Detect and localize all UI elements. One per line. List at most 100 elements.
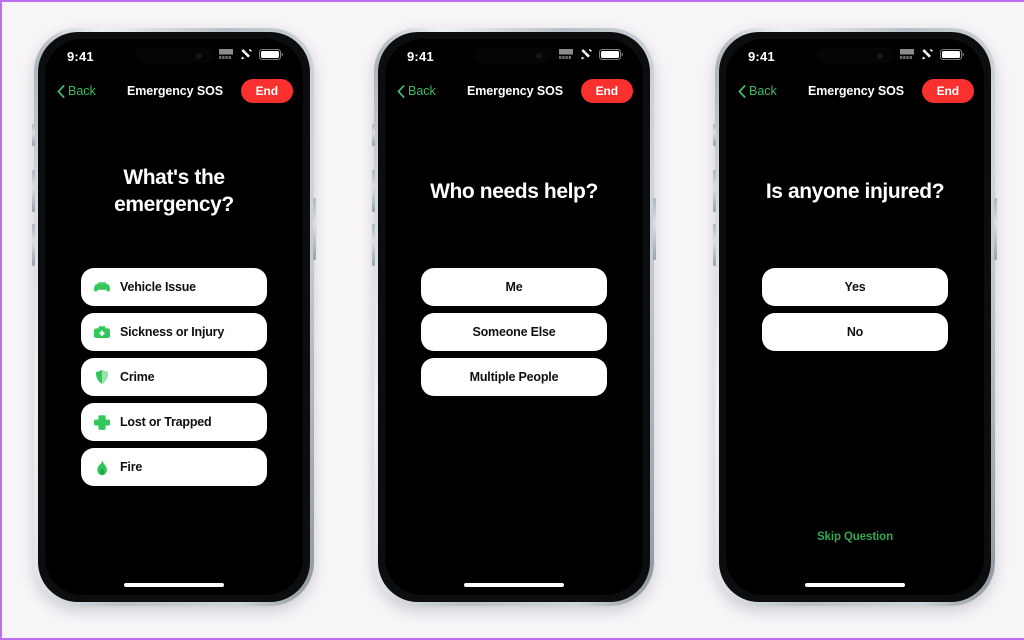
phone-bezel: 9:41 xyxy=(719,32,991,602)
navigation-bar: Back Emergency SOS End xyxy=(45,73,303,109)
status-bar-indicators xyxy=(219,47,283,65)
silent-switch[interactable] xyxy=(372,124,375,146)
page-title: Emergency SOS xyxy=(127,84,223,98)
option-label: Me xyxy=(505,280,523,294)
option-crime[interactable]: Crime xyxy=(81,358,267,396)
volume-up-button[interactable] xyxy=(713,170,716,212)
option-list-1: Vehicle Issue Sickness or Injury Crime L… xyxy=(81,268,267,486)
phone-frame: 9:41 xyxy=(32,28,316,606)
battery-icon xyxy=(259,47,283,65)
phone-screen: 9:41 xyxy=(726,39,984,595)
option-fire[interactable]: Fire xyxy=(81,448,267,486)
option-lost-or-trapped[interactable]: Lost or Trapped xyxy=(81,403,267,441)
option-sickness-or-injury[interactable]: Sickness or Injury xyxy=(81,313,267,351)
satellite-icon xyxy=(921,47,934,65)
status-bar-indicators xyxy=(900,47,964,65)
phone-bezel: 9:41 xyxy=(38,32,310,602)
page-title: Emergency SOS xyxy=(467,84,563,98)
screenshot-canvas: 9:41 Back Emergency SOS End What's the e… xyxy=(0,0,1024,640)
satellite-icon xyxy=(580,47,593,65)
option-list-3: Yes No xyxy=(762,268,948,351)
volume-down-button[interactable] xyxy=(713,224,716,266)
shield-icon xyxy=(93,368,111,386)
option-label: Sickness or Injury xyxy=(120,325,225,339)
status-bar-indicators xyxy=(559,47,623,65)
option-list-2: Me Someone Else Multiple People xyxy=(421,268,607,396)
phone-screen: 9:41 xyxy=(385,39,643,595)
nav-end-slot: End xyxy=(573,79,633,103)
cellular-sos-icon xyxy=(559,47,574,65)
battery-icon xyxy=(940,47,964,65)
option-label: Vehicle Issue xyxy=(120,280,196,294)
phone-frame: 9:41 xyxy=(713,28,997,606)
status-bar: 9:41 xyxy=(385,39,643,73)
option-no[interactable]: No xyxy=(762,313,948,351)
option-vehicle-issue[interactable]: Vehicle Issue xyxy=(81,268,267,306)
back-button[interactable]: Back xyxy=(738,84,798,98)
question-line-2: emergency? xyxy=(114,192,234,216)
cross-icon xyxy=(93,413,111,431)
phone-screen: 9:41 xyxy=(45,39,303,595)
nav-end-slot: End xyxy=(914,79,974,103)
navigation-bar: Back Emergency SOS End xyxy=(385,73,643,109)
cellular-sos-icon xyxy=(219,47,234,65)
question-heading-2: Who needs help? xyxy=(430,180,598,203)
volume-up-button[interactable] xyxy=(32,170,35,212)
status-bar-time: 9:41 xyxy=(407,48,434,64)
chevron-left-icon xyxy=(738,84,746,98)
end-call-button[interactable]: End xyxy=(240,79,293,103)
back-button[interactable]: Back xyxy=(57,84,117,98)
question-line-1: What's the xyxy=(123,166,225,189)
phone-mockup-1: 9:41 Back Emergency SOS End What's the e… xyxy=(32,28,316,606)
power-button[interactable] xyxy=(653,198,656,260)
option-me[interactable]: Me xyxy=(421,268,607,306)
end-call-button[interactable]: End xyxy=(580,79,633,103)
volume-up-button[interactable] xyxy=(372,170,375,212)
power-button[interactable] xyxy=(313,198,316,260)
page-title: Emergency SOS xyxy=(808,84,904,98)
chevron-left-icon xyxy=(397,84,405,98)
navigation-bar: Back Emergency SOS End xyxy=(726,73,984,109)
back-button-label: Back xyxy=(408,84,436,98)
option-label: Fire xyxy=(120,460,143,474)
power-button[interactable] xyxy=(994,198,997,260)
option-multiple-people[interactable]: Multiple People xyxy=(421,358,607,396)
status-bar-time: 9:41 xyxy=(67,48,94,64)
option-someone-else[interactable]: Someone Else xyxy=(421,313,607,351)
home-indicator[interactable] xyxy=(805,583,905,587)
question-heading-3: Is anyone injured? xyxy=(765,180,945,203)
flame-icon xyxy=(93,458,111,476)
back-button-label: Back xyxy=(68,84,96,98)
back-button-label: Back xyxy=(749,84,777,98)
option-label: No xyxy=(846,325,864,339)
status-bar-time: 9:41 xyxy=(748,48,775,64)
back-button[interactable]: Back xyxy=(397,84,457,98)
question-heading-1: What's the emergency? xyxy=(45,165,303,219)
nav-end-slot: End xyxy=(233,79,293,103)
phone-frame: 9:41 xyxy=(372,28,656,606)
volume-down-button[interactable] xyxy=(32,224,35,266)
phone-mockup-3: 9:41 Back Emergency SOS End Is anyone in… xyxy=(713,28,997,606)
silent-switch[interactable] xyxy=(32,124,35,146)
battery-icon xyxy=(599,47,623,65)
end-call-button[interactable]: End xyxy=(921,79,974,103)
option-label: Someone Else xyxy=(472,325,556,339)
home-indicator[interactable] xyxy=(124,583,224,587)
status-bar: 9:41 xyxy=(726,39,984,73)
home-indicator[interactable] xyxy=(464,583,564,587)
option-label: Yes xyxy=(844,280,866,294)
skip-question-link[interactable]: Skip Question xyxy=(726,531,984,543)
phone-mockup-2: 9:41 Back Emergency SOS End Who needs he… xyxy=(372,28,656,606)
satellite-icon xyxy=(240,47,253,65)
cellular-sos-icon xyxy=(900,47,915,65)
status-bar: 9:41 xyxy=(45,39,303,73)
option-label: Lost or Trapped xyxy=(120,415,212,429)
option-label: Crime xyxy=(120,370,155,384)
car-icon xyxy=(93,278,111,296)
volume-down-button[interactable] xyxy=(372,224,375,266)
silent-switch[interactable] xyxy=(713,124,716,146)
phone-bezel: 9:41 xyxy=(378,32,650,602)
option-yes[interactable]: Yes xyxy=(762,268,948,306)
chevron-left-icon xyxy=(57,84,65,98)
medical-kit-icon xyxy=(93,323,111,341)
